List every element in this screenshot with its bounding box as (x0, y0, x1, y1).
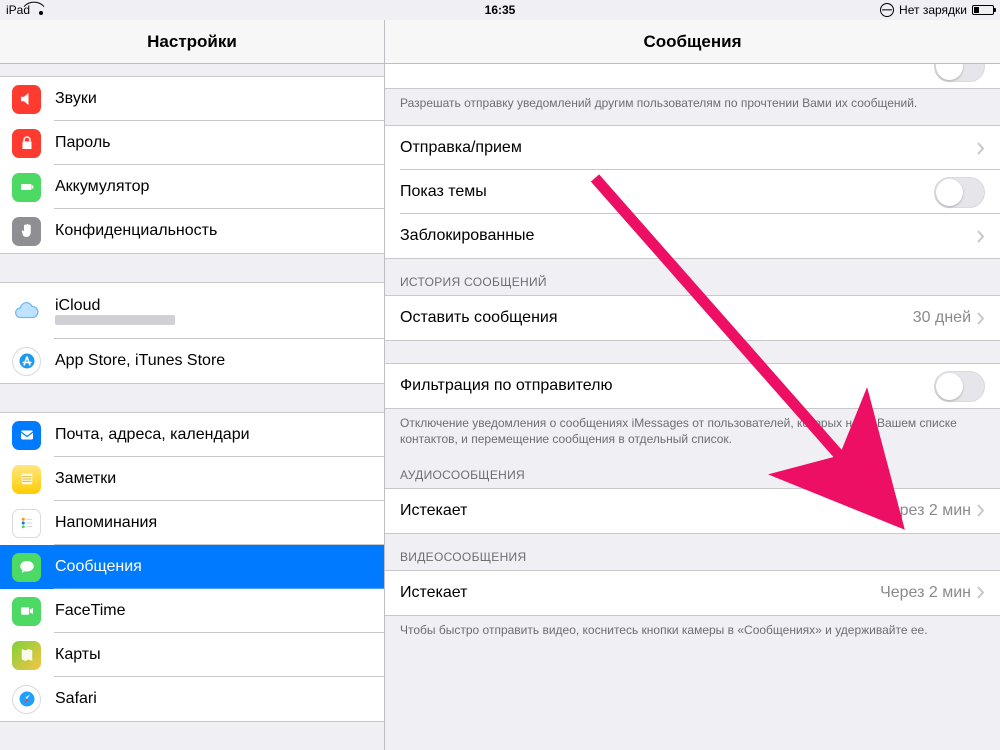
power-label: Нет зарядки (899, 3, 967, 17)
messages-icon (12, 553, 41, 582)
row-keep-messages[interactable]: Оставить сообщения 30 дней (385, 296, 1000, 340)
battery-icon-row (12, 173, 41, 202)
sidebar-item-notes[interactable]: Заметки (0, 457, 384, 501)
sidebar-item-safari[interactable]: Safari (0, 677, 384, 721)
icloud-account (55, 315, 175, 325)
header-video: ВИДЕОСООБЩЕНИЯ (385, 534, 1000, 570)
clock: 16:35 (485, 3, 516, 17)
reminders-icon (12, 509, 41, 538)
row-send-receive[interactable]: Отправка/прием (385, 126, 1000, 170)
sidebar-item-icloud[interactable]: iCloud (0, 283, 384, 339)
no-charge-icon (880, 3, 894, 17)
toggle-read-receipts[interactable] (934, 64, 985, 82)
chevron-right-icon (977, 504, 985, 517)
sidebar-item-messages[interactable]: Сообщения (0, 545, 384, 589)
chevron-right-icon (977, 586, 985, 599)
chevron-right-icon (977, 312, 985, 325)
lock-icon (12, 129, 41, 158)
settings-sidebar: Настройки Звуки Пароль Аккумулятор (0, 20, 385, 750)
footer-read-receipts: Разрешать отправку уведомлений другим по… (385, 89, 1000, 115)
sound-icon (12, 85, 41, 114)
audio-expire-value: Через 2 мин (880, 502, 971, 520)
keep-messages-value: 30 дней (913, 309, 971, 327)
header-history: ИСТОРИЯ СООБЩЕНИЙ (385, 259, 1000, 295)
sidebar-group-apps: Почта, адреса, календари Заметки Напомин… (0, 412, 384, 722)
sidebar-item-sounds[interactable]: Звуки (0, 77, 384, 121)
icloud-icon (12, 297, 41, 326)
sidebar-item-battery[interactable]: Аккумулятор (0, 165, 384, 209)
battery-icon (972, 5, 994, 15)
chevron-right-icon (977, 230, 985, 243)
sidebar-item-passcode[interactable]: Пароль (0, 121, 384, 165)
row-read-receipts[interactable] (385, 64, 1000, 88)
chevron-right-icon (977, 142, 985, 155)
sidebar-item-mail[interactable]: Почта, адреса, календари (0, 413, 384, 457)
sidebar-item-privacy[interactable]: Конфиденциальность (0, 209, 384, 253)
safari-icon (12, 685, 41, 714)
notes-icon (12, 465, 41, 494)
toggle-filter-sender[interactable] (934, 371, 985, 402)
sidebar-title: Настройки (0, 20, 384, 64)
video-expire-value: Через 2 мин (880, 584, 971, 602)
header-audio: АУДИОСООБЩЕНИЯ (385, 452, 1000, 488)
sidebar-group-device: Звуки Пароль Аккумулятор Конфиденциально… (0, 76, 384, 254)
settings-app: iPad 16:35 Нет зарядки Настройки Звуки (0, 0, 1000, 750)
wifi-icon (34, 5, 48, 15)
sidebar-item-reminders[interactable]: Напоминания (0, 501, 384, 545)
messages-settings: Сообщения Разрешать отправку уведомлений… (385, 20, 1000, 750)
row-filter-sender[interactable]: Фильтрация по отправителю (385, 364, 1000, 408)
footer-filter: Отключение уведомления о сообщениях iMes… (385, 409, 1000, 451)
footer-video: Чтобы быстро отправить видео, коснитесь … (385, 616, 1000, 642)
sidebar-group-apple: iCloud App Store, iTunes Store (0, 282, 384, 384)
appstore-icon (12, 347, 41, 376)
sidebar-item-appstore[interactable]: App Store, iTunes Store (0, 339, 384, 383)
row-show-subject[interactable]: Показ темы (385, 170, 1000, 214)
facetime-icon (12, 597, 41, 626)
row-audio-expire[interactable]: Истекает Через 2 мин (385, 489, 1000, 533)
mail-icon (12, 421, 41, 450)
row-video-expire[interactable]: Истекает Через 2 мин (385, 571, 1000, 615)
status-bar: iPad 16:35 Нет зарядки (0, 0, 1000, 20)
hand-icon (12, 217, 41, 246)
sidebar-item-facetime[interactable]: FaceTime (0, 589, 384, 633)
detail-title: Сообщения (385, 20, 1000, 64)
row-blocked[interactable]: Заблокированные (385, 214, 1000, 258)
sidebar-item-maps[interactable]: Карты (0, 633, 384, 677)
toggle-show-subject[interactable] (934, 177, 985, 208)
maps-icon (12, 641, 41, 670)
